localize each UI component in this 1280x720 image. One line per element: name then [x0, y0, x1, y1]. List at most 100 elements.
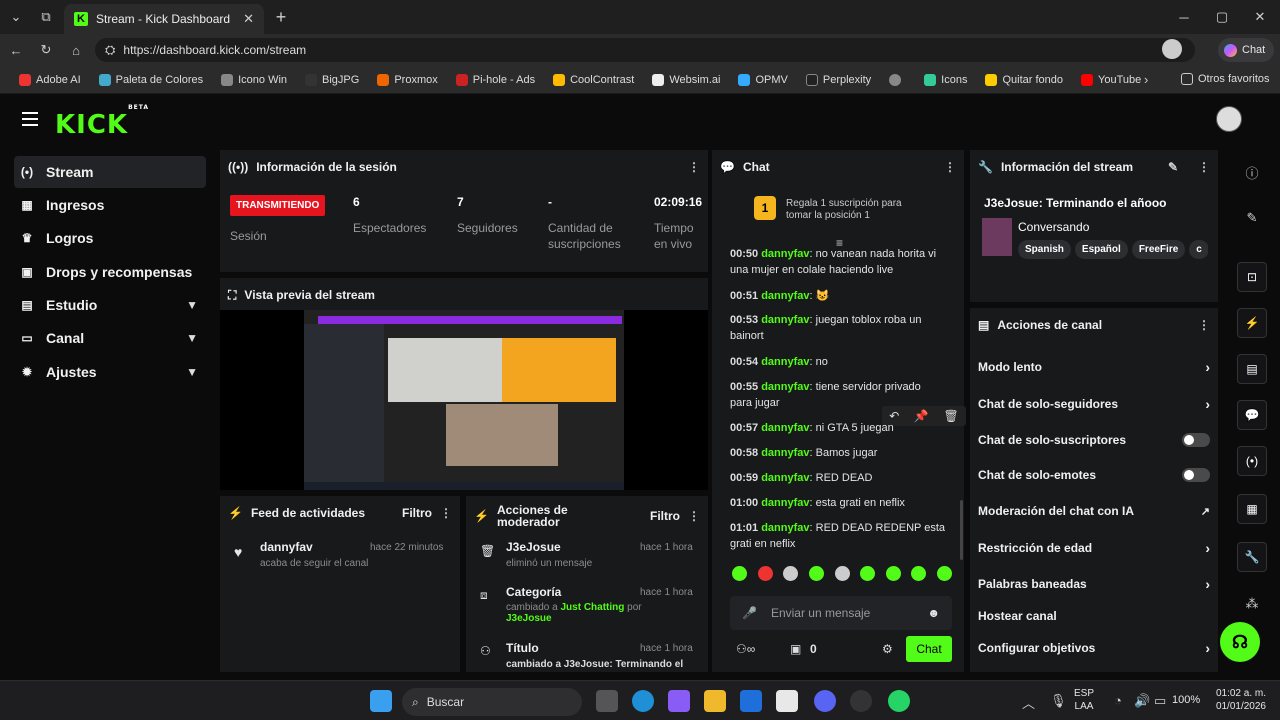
gift-prompt[interactable]: Regala 1 suscripción para tomar la posic…: [786, 198, 926, 222]
emote-icon[interactable]: [911, 566, 927, 581]
bookmark[interactable]: Proxmox: [368, 73, 446, 86]
bookmark[interactable]: Icono Win: [212, 73, 296, 86]
bookmark[interactable]: CoolContrast: [544, 73, 643, 86]
msg-user[interactable]: dannyfav: [761, 381, 809, 393]
explorer-icon[interactable]: [704, 690, 726, 712]
msg-user[interactable]: dannyfav: [761, 248, 809, 260]
tag[interactable]: c: [1189, 240, 1208, 259]
tab-list-icon[interactable]: ⌄: [8, 9, 24, 25]
sidebar-item-logros[interactable]: ♛ Logros: [14, 222, 206, 254]
action-banned-words[interactable]: Palabras baneadas ›: [978, 574, 1210, 594]
back-icon[interactable]: ←: [8, 42, 24, 58]
action-slow-mode[interactable]: Modo lento ›: [978, 357, 1210, 377]
menu-icon[interactable]: [22, 112, 38, 126]
info-icon[interactable]: ⓘ: [1242, 162, 1262, 182]
language-indicator[interactable]: ESP LAA: [1074, 687, 1094, 713]
action-followers-only[interactable]: Chat de solo-seguidores ›: [978, 394, 1210, 414]
bookmark[interactable]: Perplexity: [797, 73, 880, 86]
volume-icon[interactable]: 🔊: [1134, 693, 1150, 709]
bookmark[interactable]: Paleta de Colores: [90, 73, 212, 86]
battery-icon[interactable]: ▭: [1154, 693, 1166, 709]
msg-user[interactable]: dannyfav: [761, 447, 809, 459]
more-icon[interactable]: ⋮: [1198, 318, 1210, 332]
sidebar-item-canal[interactable]: ▭ Canal ▼: [14, 322, 206, 354]
maximize-icon[interactable]: ▢: [1214, 9, 1230, 25]
more-icon[interactable]: ⋮: [688, 160, 700, 174]
emote-icon[interactable]: [937, 566, 952, 581]
emote-icon[interactable]: [757, 566, 773, 581]
new-tab-icon[interactable]: +: [272, 7, 290, 27]
layout-icon[interactable]: ▦: [1237, 494, 1267, 524]
mic-icon[interactable]: 🎙: [1050, 693, 1067, 709]
category-name[interactable]: Conversando: [1018, 220, 1089, 234]
mic-icon[interactable]: 🎤: [742, 606, 757, 620]
chat-input[interactable]: 🎤 Enviar un mensaje ☻: [730, 596, 952, 630]
edit-icon[interactable]: ✎: [1242, 208, 1262, 228]
bookmark[interactable]: YouTube: [1072, 73, 1150, 86]
action-ai-moderation[interactable]: Moderación del chat con IA ↗: [978, 501, 1210, 521]
store-icon[interactable]: [776, 690, 798, 712]
tray-expand-icon[interactable]: ︿: [1022, 693, 1035, 712]
bookmark[interactable]: Pi-hole - Ads: [447, 73, 544, 86]
more-icon[interactable]: ⋮: [944, 160, 956, 174]
category-link[interactable]: Just Chatting: [560, 602, 624, 613]
home-icon[interactable]: ⌂: [68, 42, 84, 58]
sidebar-item-estudio[interactable]: ▤ Estudio ▼: [14, 289, 206, 321]
more-icon[interactable]: ⋮: [1198, 160, 1210, 174]
msg-user[interactable]: dannyfav: [761, 356, 809, 368]
emote-icon[interactable]: [783, 566, 799, 581]
user-avatar[interactable]: [1216, 106, 1242, 132]
profile-avatar[interactable]: [1162, 39, 1182, 59]
msg-user[interactable]: dannyfav: [761, 522, 809, 534]
tag[interactable]: FreeFire: [1131, 240, 1186, 259]
user-link[interactable]: J3eJosue: [506, 613, 552, 624]
gift-icon[interactable]: ▣: [790, 642, 801, 656]
site-info-icon[interactable]: ⛭: [105, 42, 115, 58]
msg-user[interactable]: dannyfav: [761, 422, 809, 434]
workspaces-icon[interactable]: ⧉: [38, 9, 54, 25]
browser-tab[interactable]: K Stream - Kick Dashboard ✕: [64, 4, 264, 34]
url-field[interactable]: ⛭ https://dashboard.kick.com/stream: [95, 38, 1195, 62]
kick-logo[interactable]: KICKBETA: [55, 104, 149, 140]
emote-icon[interactable]: [732, 566, 747, 581]
mail-icon[interactable]: [740, 690, 762, 712]
more-icon[interactable]: ⋮: [688, 509, 700, 523]
support-button[interactable]: ☊: [1220, 622, 1260, 662]
feed-user[interactable]: dannyfav: [260, 540, 313, 554]
notes-icon[interactable]: ▤: [1237, 354, 1267, 384]
more-icon[interactable]: ⋮: [440, 506, 452, 520]
msg-user[interactable]: dannyfav: [761, 497, 809, 509]
bolt-icon[interactable]: ⚡: [1237, 308, 1267, 338]
clock[interactable]: 01:02 a. m. 01/01/2026: [1208, 687, 1266, 713]
broadcast-icon[interactable]: (•): [1237, 446, 1267, 476]
video-preview[interactable]: [220, 310, 708, 490]
reload-icon[interactable]: ↻: [38, 42, 54, 58]
bookmark[interactable]: BigJPG: [296, 73, 368, 86]
sidebar-item-ingresos[interactable]: ▦ Ingresos: [14, 189, 206, 221]
more-bookmarks-icon[interactable]: ›: [1144, 72, 1148, 87]
sidebar-item-drops[interactable]: ▣ Drops y recompensas: [14, 256, 206, 288]
wifi-icon[interactable]: ◔: [1114, 693, 1122, 708]
tag[interactable]: Español: [1074, 240, 1128, 259]
chat-settings-icon[interactable]: ⚙: [882, 642, 893, 656]
msg-user[interactable]: dannyfav: [761, 290, 809, 302]
discord-icon[interactable]: [814, 690, 836, 712]
action-age-restriction[interactable]: Restricción de edad ›: [978, 538, 1210, 558]
filter-button[interactable]: Filtro: [650, 509, 680, 523]
start-icon[interactable]: [370, 690, 392, 712]
bookmark[interactable]: Adobe AI: [10, 73, 90, 86]
bookmark[interactable]: Quitar fondo: [976, 73, 1072, 86]
emotes-only-toggle[interactable]: [1182, 468, 1210, 482]
apps-icon[interactable]: ⁂: [1242, 594, 1262, 614]
obs-icon[interactable]: [850, 690, 872, 712]
delete-icon[interactable]: 🗑: [943, 409, 958, 423]
bookmark[interactable]: Icons: [915, 73, 976, 86]
wrench-icon[interactable]: 🔧: [1237, 542, 1267, 572]
action-host-channel[interactable]: Hostear canal: [978, 606, 1210, 626]
emote-icon[interactable]: [885, 566, 901, 581]
close-tab-icon[interactable]: ✕: [243, 11, 254, 27]
emoji-icon[interactable]: ☻: [927, 606, 940, 620]
action-goals[interactable]: Configurar objetivos ›: [978, 638, 1210, 658]
emote-icon[interactable]: [860, 566, 876, 581]
task-view-icon[interactable]: [596, 690, 618, 712]
